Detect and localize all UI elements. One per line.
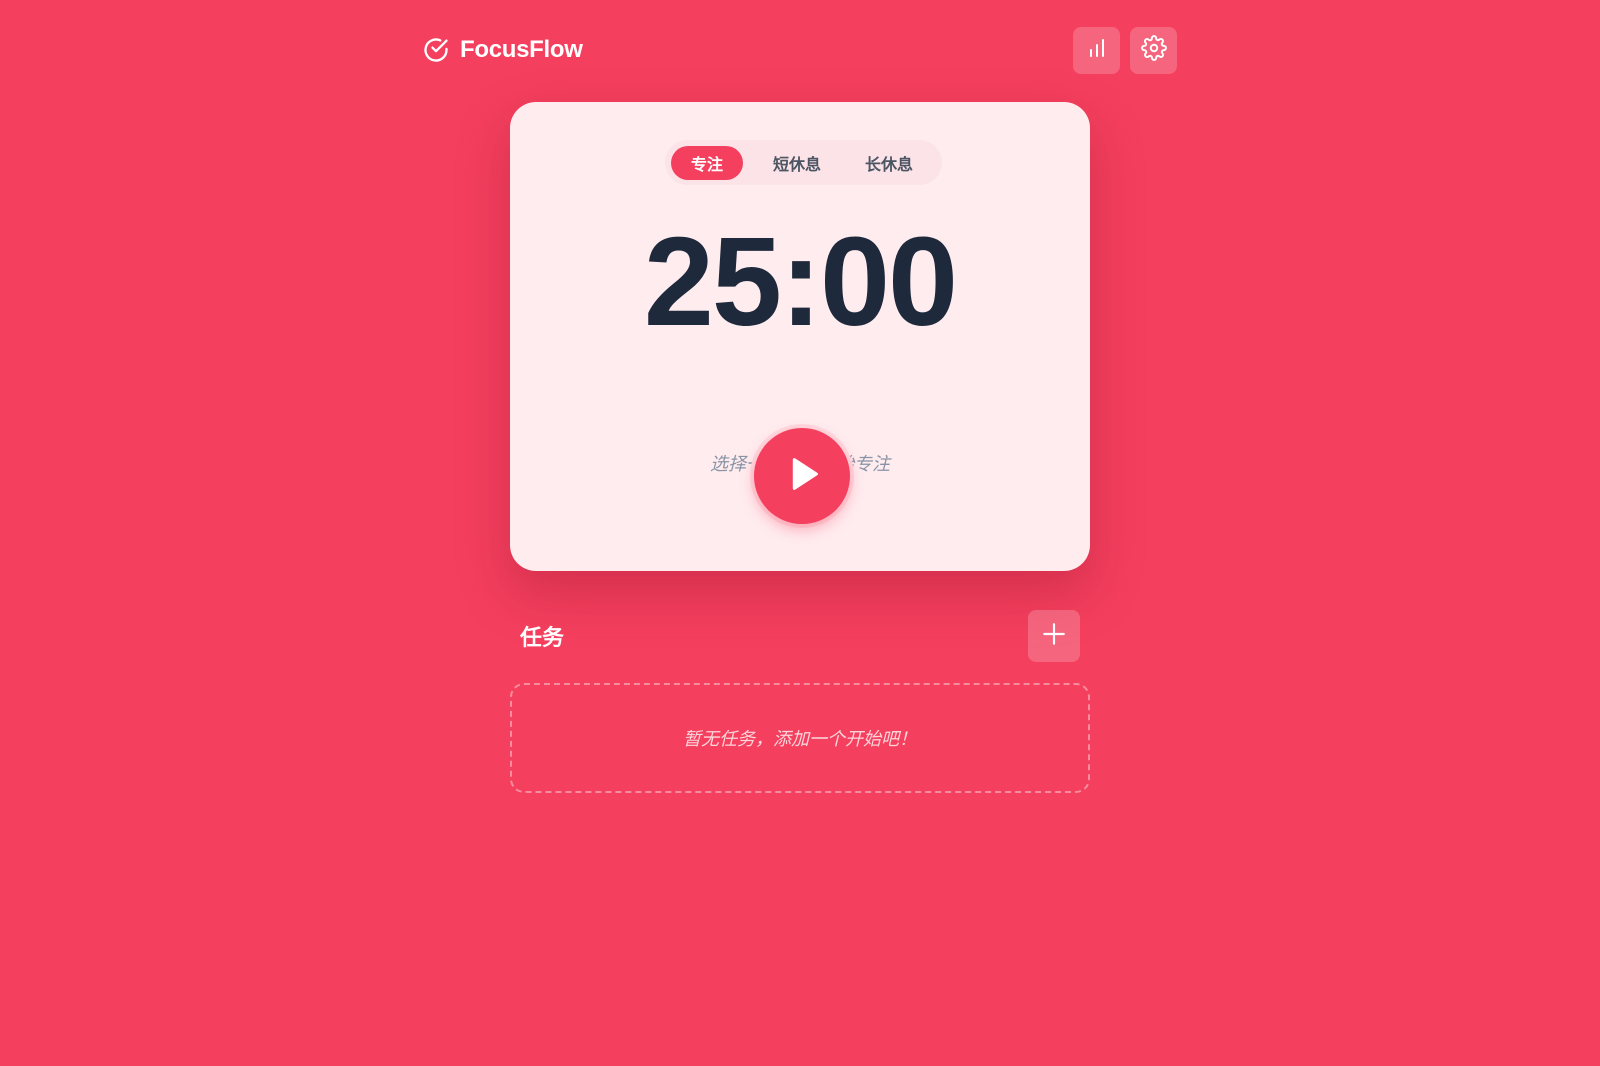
brand[interactable]: FocusFlow	[422, 36, 583, 64]
app: FocusFlow 专注 短休息 长休息 25:00 任务 暂无任务，添加一个开…	[0, 0, 1600, 1066]
add-task-button[interactable]	[1028, 610, 1080, 662]
tab-short-break[interactable]: 短休息	[753, 146, 841, 180]
bar-chart-icon	[1085, 36, 1109, 65]
tasks-header: 任务	[510, 610, 1080, 662]
brand-name: FocusFlow	[460, 36, 583, 63]
header: FocusFlow	[422, 26, 1177, 74]
timer-card: 专注 短休息 长休息 25:00 选择一个任务开始专注	[510, 102, 1090, 571]
play-ring	[750, 424, 854, 528]
tasks-title: 任务	[520, 625, 565, 650]
empty-tasks-text: 暂无任务，添加一个开始吧！	[683, 729, 917, 749]
play-button[interactable]	[754, 428, 850, 524]
header-actions	[1073, 26, 1177, 74]
tasks-empty-state: 暂无任务，添加一个开始吧！	[510, 683, 1090, 793]
time-display: 25:00	[643, 211, 958, 352]
settings-button[interactable]	[1130, 26, 1177, 74]
stats-button[interactable]	[1073, 26, 1120, 74]
gear-icon	[1140, 34, 1167, 66]
plus-icon	[1041, 621, 1067, 652]
mode-tabs: 专注 短休息 长休息	[665, 140, 942, 185]
tab-long-break[interactable]: 长休息	[845, 146, 933, 180]
play-icon	[779, 451, 825, 502]
check-circle-icon	[422, 36, 450, 64]
tab-focus[interactable]: 专注	[671, 145, 744, 180]
